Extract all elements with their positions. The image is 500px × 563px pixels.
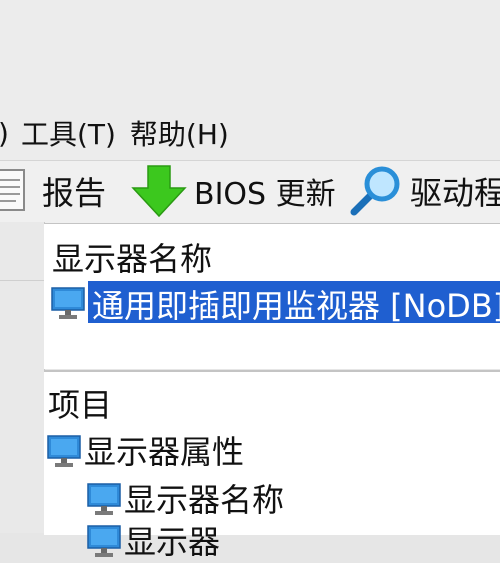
- device-list-panel: 显示器名称 通用即插即用监视器 [NoDB]: [44, 223, 500, 369]
- property-tree-header: 项目: [48, 386, 113, 424]
- tree-item-display-properties[interactable]: 显示器属性: [46, 428, 244, 472]
- tree-item-display[interactable]: 显示器: [86, 518, 220, 562]
- device-list-header: 显示器名称: [52, 240, 213, 278]
- monitor-icon: [87, 483, 121, 515]
- menu-items: ) 工具(T) 帮助(H): [0, 113, 229, 153]
- property-tree-panel: 项目 显示器属性 显示器名称 显示器: [44, 370, 500, 561]
- magnifier-icon: [350, 166, 400, 216]
- tree-item-label: 显示器名称: [124, 481, 285, 519]
- tree-item-label: 显示器: [124, 523, 221, 561]
- menu-help[interactable]: 帮助(H): [130, 113, 229, 153]
- document-icon: [0, 169, 25, 211]
- sidebar: [0, 222, 45, 533]
- driver-label: 驱动程: [410, 174, 500, 212]
- sidebar-divider: [0, 280, 44, 281]
- monitor-icon: [47, 435, 81, 467]
- menu-bar: ) 工具(T) 帮助(H): [0, 0, 500, 160]
- driver-button[interactable]: 驱动程: [348, 166, 500, 216]
- report-button[interactable]: 报告: [0, 169, 106, 213]
- download-arrow-icon: [131, 165, 187, 218]
- monitor-icon: [51, 287, 85, 319]
- report-label: 报告: [42, 174, 107, 212]
- monitor-icon: [87, 525, 121, 557]
- menu-fragment: ): [0, 117, 9, 150]
- toolbar: 报告 BIOS 更新 驱动程: [0, 160, 500, 224]
- tree-item-label: 显示器属性: [84, 433, 245, 471]
- menu-tools[interactable]: 工具(T): [21, 113, 116, 153]
- device-list-item[interactable]: 通用即插即用监视器 [NoDB]: [50, 280, 500, 325]
- bios-update-button[interactable]: BIOS 更新: [130, 165, 336, 218]
- tree-item-display-name[interactable]: 显示器名称: [86, 476, 284, 520]
- selected-device-label: 通用即插即用监视器 [NoDB]: [88, 281, 500, 325]
- bios-update-label: BIOS 更新: [194, 177, 336, 212]
